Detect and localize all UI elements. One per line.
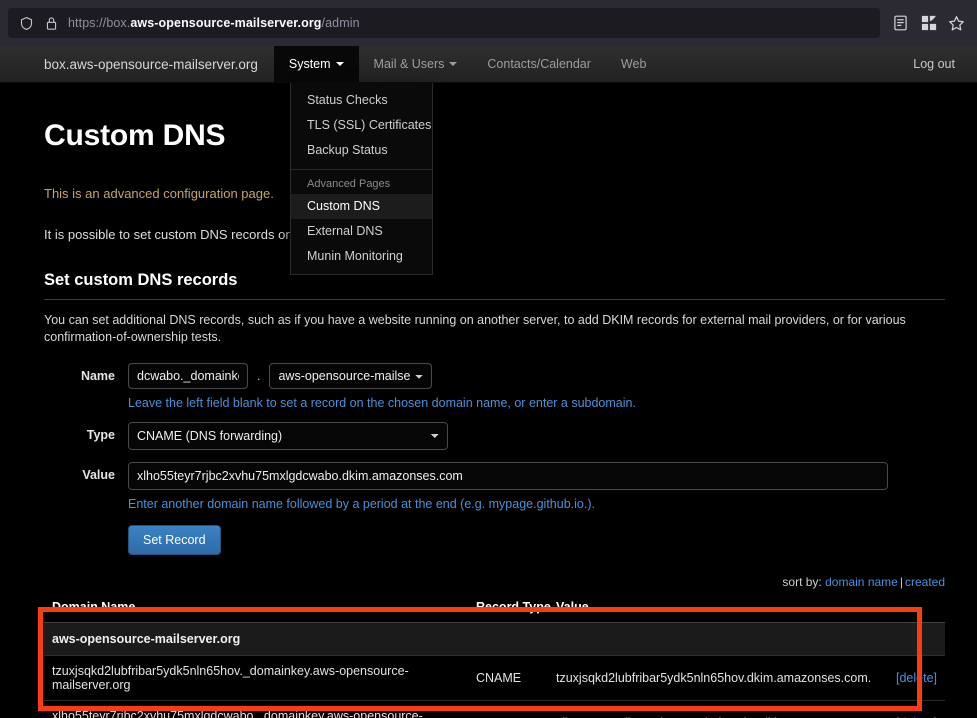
chevron-down-icon (449, 62, 457, 66)
bookmark-star-icon[interactable] (948, 15, 965, 32)
header-actions (895, 600, 945, 614)
section-title-set-records: Set custom DNS records (44, 271, 945, 300)
navbar-right: Log out (898, 46, 977, 82)
sort-by-domain-name-link[interactable]: domain name (825, 575, 898, 589)
sort-by-created-link[interactable]: created (905, 575, 945, 589)
cell-domain-name: tzuxjsqkd2lubfribar5ydk5nln65hov._domain… (52, 664, 476, 692)
url-subdomain: box. (106, 16, 130, 30)
nav-item-web[interactable]: Web (606, 46, 661, 82)
url-host: aws-opensource-mailserver.org (130, 16, 321, 30)
lock-icon[interactable] (43, 15, 59, 31)
menu-item-status-checks[interactable]: Status Checks (291, 88, 432, 113)
name-domain-separator: . (248, 369, 269, 383)
form-body-value: Enter another domain name followed by a … (128, 462, 945, 555)
cell-value: tzuxjsqkd2lubfribar5ydk5nln65hov.dkim.am… (556, 671, 895, 685)
menu-header-advanced-pages: Advanced Pages (291, 172, 432, 194)
browser-toolbar-actions (880, 15, 969, 32)
url-path: /admin (322, 16, 360, 30)
value-field-help: Enter another domain name followed by a … (128, 497, 945, 511)
logout-link[interactable]: Log out (898, 46, 977, 82)
section-description: You can set additional DNS records, such… (44, 312, 916, 346)
menu-item-external-dns[interactable]: External DNS (291, 219, 432, 244)
table-row: tzuxjsqkd2lubfribar5ydk5nln65hov._domain… (44, 656, 945, 701)
page-title: Custom DNS (44, 119, 945, 153)
cell-actions: [delete] (895, 671, 945, 685)
sort-by-label: sort by: (782, 575, 821, 589)
extensions-icon[interactable] (920, 15, 937, 32)
table-group-row: aws-opensource-mailserver.org (44, 623, 945, 656)
browser-chrome: https://box.aws-opensource-mailserver.or… (0, 0, 977, 46)
main-navbar: box.aws-opensource-mailserver.org System… (0, 46, 977, 83)
nav-item-mail-users[interactable]: Mail & Users (359, 46, 473, 82)
nav-item-system[interactable]: System (274, 46, 359, 82)
cell-domain-name: xlho55teyr7rjbc2xvhu75mxlgdcwabo._domain… (52, 709, 476, 718)
shield-icon[interactable] (18, 15, 34, 31)
custom-dns-form: Name . aws-opensource-mailserver.org Lea… (44, 363, 945, 555)
header-record-type: Record Type (476, 600, 556, 614)
name-input-group: . aws-opensource-mailserver.org (128, 363, 945, 389)
table-header-row: Domain Name Record Type Value (44, 600, 945, 623)
nav-item-system-label: System (289, 57, 331, 71)
name-field-help: Leave the left field blank to set a reco… (128, 396, 945, 410)
navbar-items: System Mail & Users Contacts/Calendar We… (274, 46, 662, 82)
form-row-type: Type CNAME (DNS forwarding) (44, 422, 945, 450)
system-dropdown-menu: Status Checks TLS (SSL) Certificates Bac… (290, 83, 433, 275)
form-row-value: Value Enter another domain name followed… (44, 462, 945, 555)
menu-item-custom-dns[interactable]: Custom DNS (291, 194, 432, 219)
label-value: Value (44, 462, 128, 482)
address-bar[interactable]: https://box.aws-opensource-mailserver.or… (8, 8, 880, 38)
chevron-down-icon (336, 62, 344, 66)
domain-select[interactable]: aws-opensource-mailserver.org (269, 363, 432, 389)
form-body-type: CNAME (DNS forwarding) (128, 422, 945, 450)
page-content: Custom DNS This is an advanced configura… (0, 119, 977, 718)
navbar-brand[interactable]: box.aws-opensource-mailserver.org (0, 46, 274, 82)
header-domain-name: Domain Name (52, 600, 476, 614)
menu-item-munin-monitoring[interactable]: Munin Monitoring (291, 244, 432, 269)
record-type-select[interactable]: CNAME (DNS forwarding) (128, 422, 448, 450)
dns-records-table: Domain Name Record Type Value aws-openso… (44, 600, 945, 718)
table-row: xlho55teyr7rjbc2xvhu75mxlgdcwabo._domain… (44, 701, 945, 718)
menu-divider (291, 169, 432, 170)
label-type: Type (44, 422, 128, 442)
advanced-page-warning: This is an advanced configuration page. (44, 186, 945, 201)
set-record-button[interactable]: Set Record (128, 525, 221, 555)
sort-separator: | (898, 575, 905, 589)
nav-item-contacts-calendar[interactable]: Contacts/Calendar (472, 46, 606, 82)
reader-view-icon[interactable] (892, 15, 909, 32)
cell-record-type: CNAME (476, 671, 556, 685)
menu-item-tls-certificates[interactable]: TLS (SSL) Certificates (291, 113, 432, 138)
dns-name-input[interactable] (128, 363, 248, 389)
nav-item-mail-users-label: Mail & Users (374, 57, 445, 71)
url-scheme: https:// (68, 16, 106, 30)
page-intro-text: It is possible to set custom DNS records… (44, 227, 945, 242)
dns-value-input[interactable] (128, 462, 888, 490)
delete-record-link[interactable]: [delete] (896, 671, 937, 685)
header-value: Value (556, 600, 895, 614)
form-body-name: . aws-opensource-mailserver.org Leave th… (128, 363, 945, 410)
menu-item-backup-status[interactable]: Backup Status (291, 138, 432, 163)
form-row-name: Name . aws-opensource-mailserver.org Lea… (44, 363, 945, 410)
sort-bar: sort by: domain name|created (44, 575, 945, 589)
url-text[interactable]: https://box.aws-opensource-mailserver.or… (68, 16, 360, 30)
label-name: Name (44, 363, 128, 383)
